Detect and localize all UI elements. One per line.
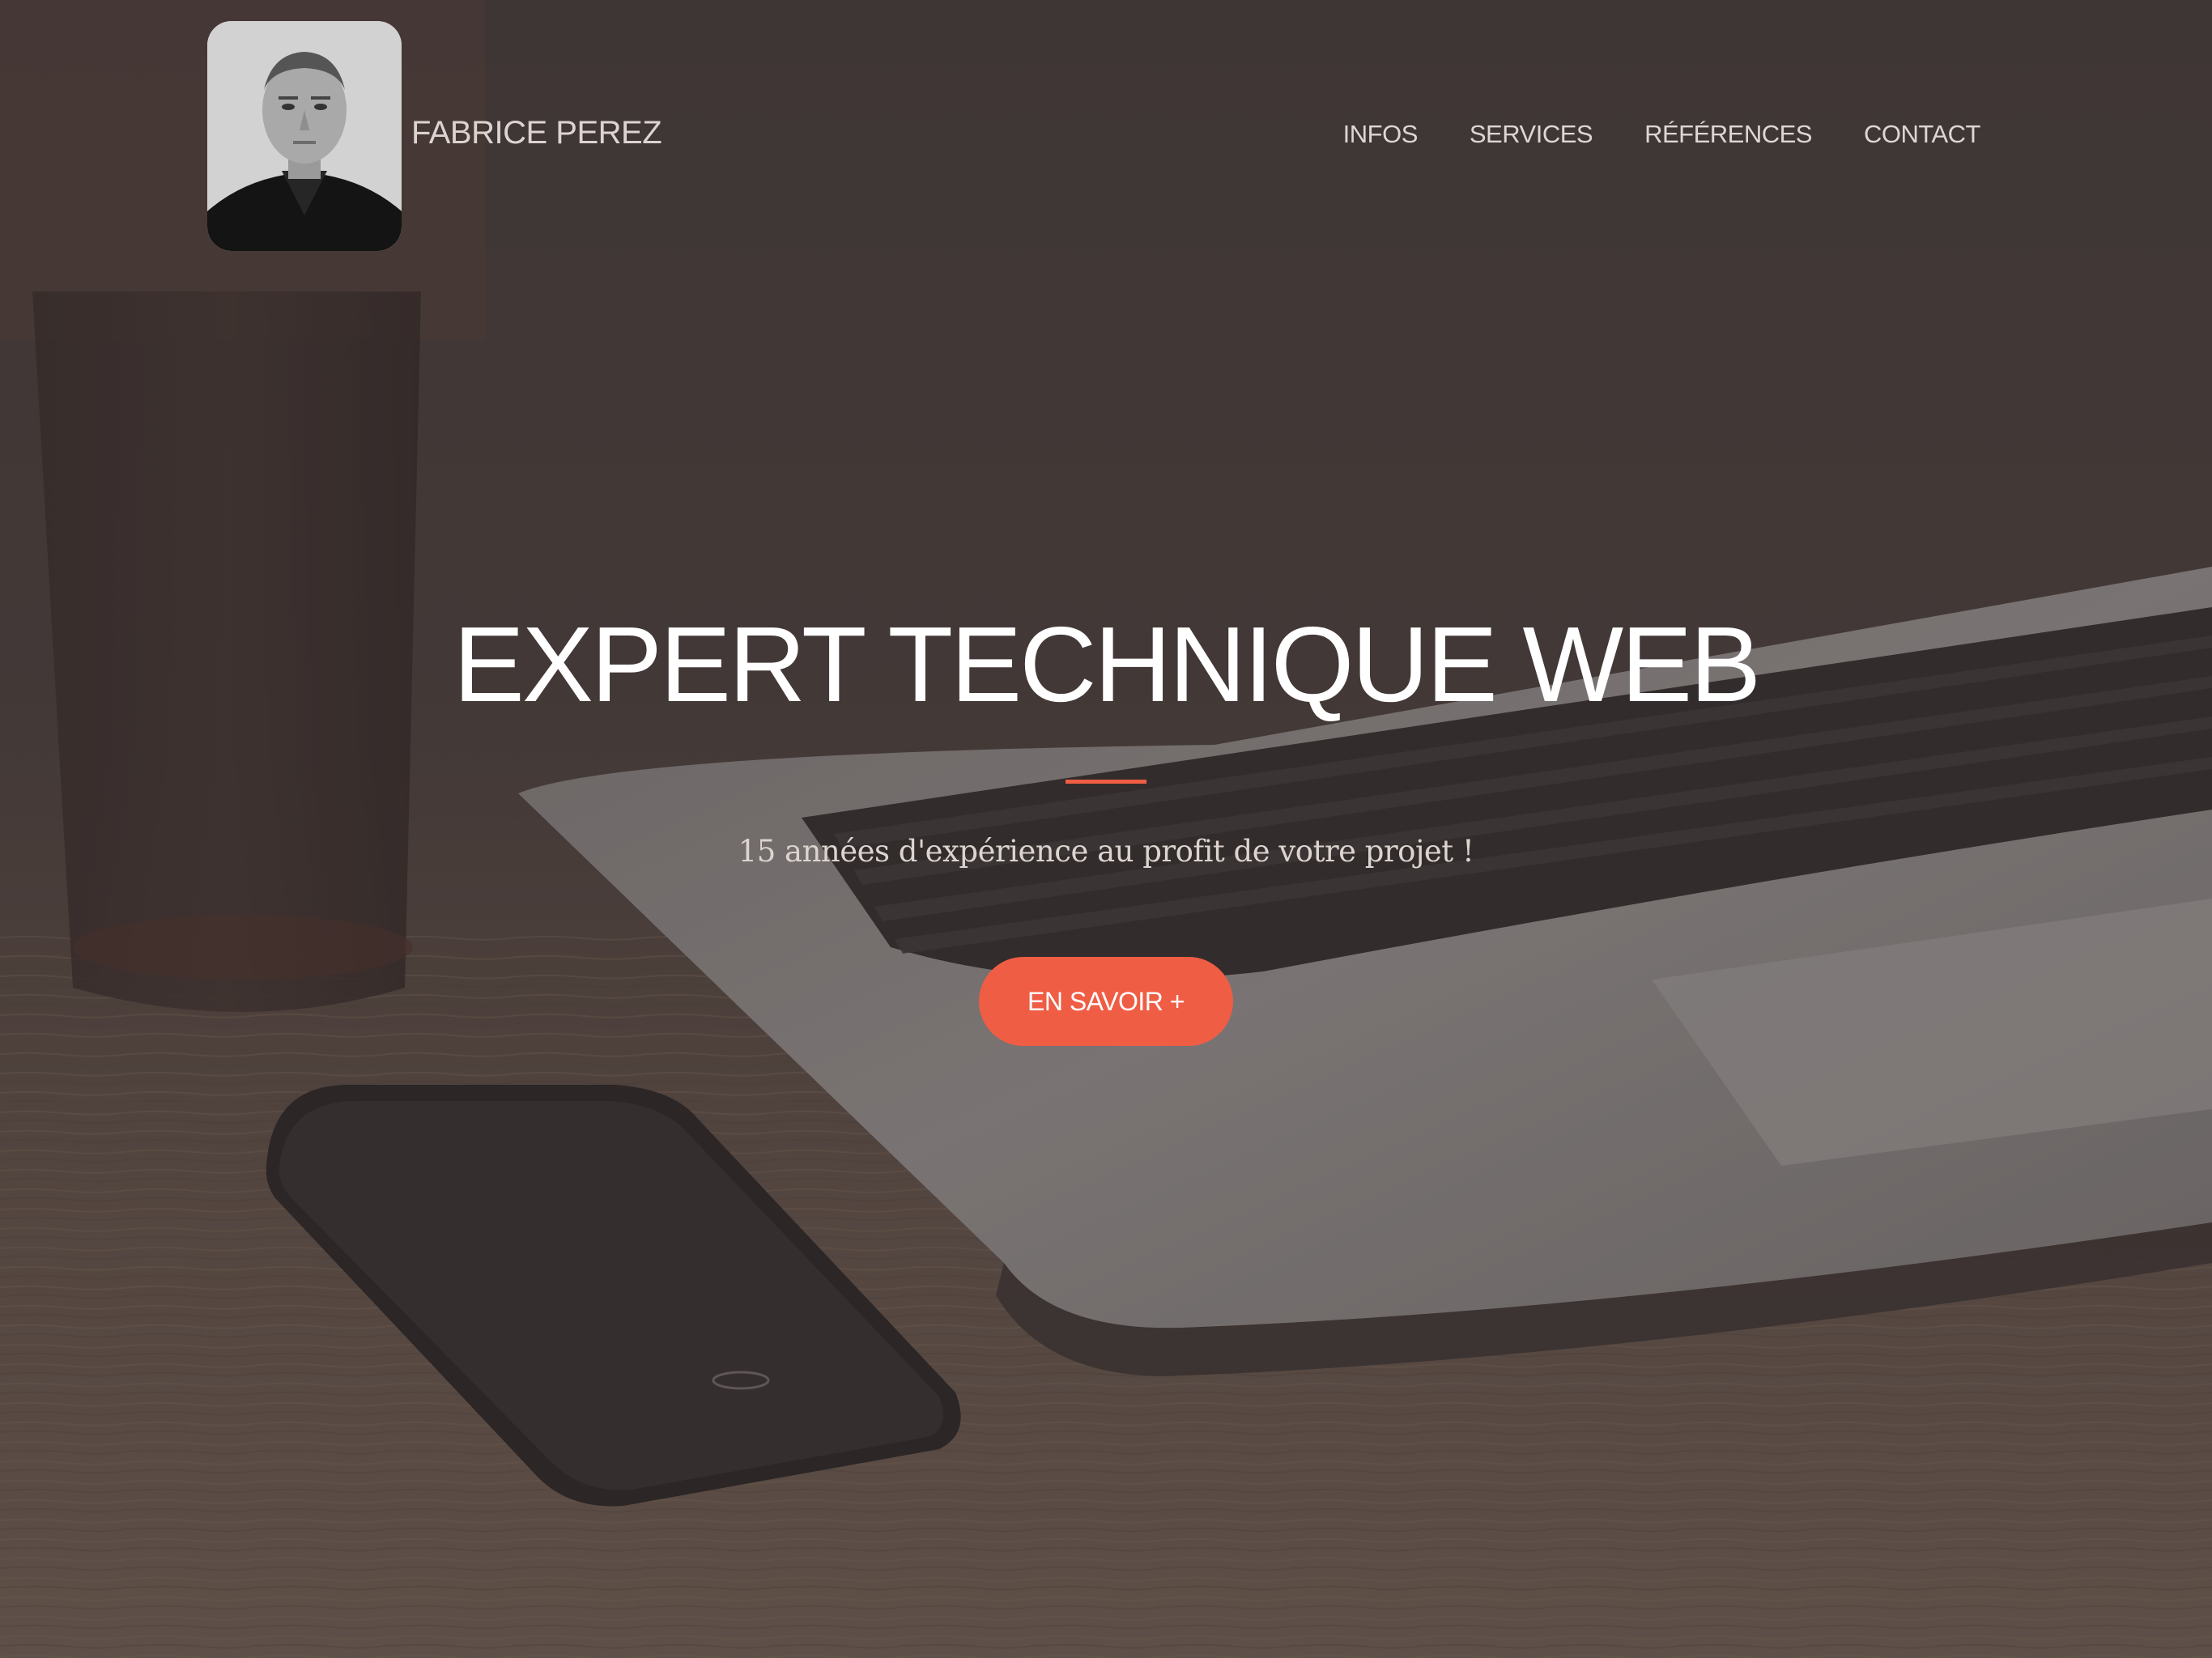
hero-title: EXPERT TECHNIQUE WEB — [453, 605, 1761, 724]
brand-name[interactable]: FABRICE PEREZ — [411, 115, 662, 151]
nav-item-services[interactable]: SERVICES — [1470, 120, 1593, 149]
main-nav: INFOS SERVICES RÉFÉRENCES CONTACT — [1343, 120, 1981, 149]
avatar — [207, 21, 402, 251]
nav-item-references[interactable]: RÉFÉRENCES — [1644, 120, 1812, 149]
learn-more-button[interactable]: EN SAVOIR + — [979, 957, 1233, 1046]
nav-item-infos[interactable]: INFOS — [1343, 120, 1419, 149]
hero-divider — [1066, 780, 1146, 784]
hero-subtitle: 15 années d'expérience au profit de votr… — [738, 834, 1474, 869]
nav-item-contact[interactable]: CONTACT — [1864, 120, 1981, 149]
brand[interactable]: FABRICE PEREZ — [207, 21, 662, 251]
